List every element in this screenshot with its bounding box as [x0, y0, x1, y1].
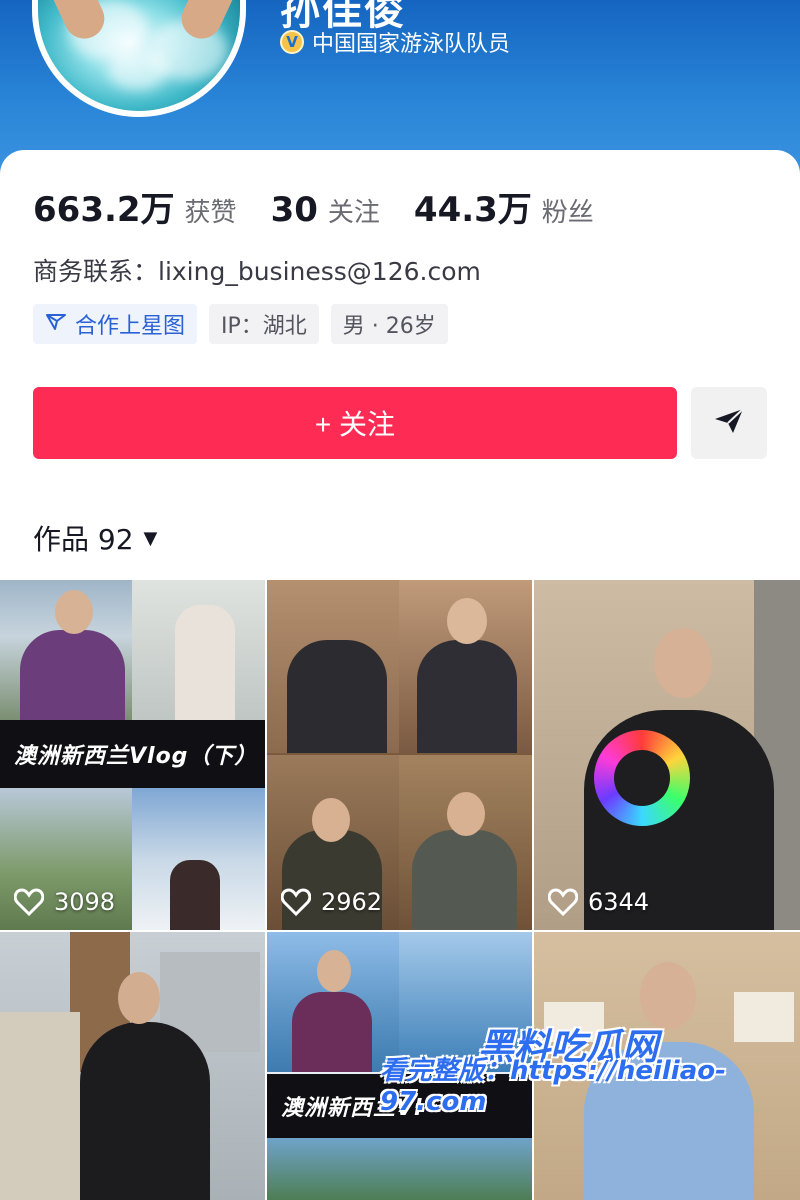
tag-ip: IP：湖北: [209, 304, 319, 344]
tag-star-map[interactable]: 合作上星图: [33, 304, 198, 344]
profile-header: 孙佳俊 V 中国国家游泳队队员: [0, 0, 800, 175]
like-count-value: 2962: [321, 888, 383, 916]
stat-likes[interactable]: 663.2万 获赞: [33, 182, 237, 231]
stat-following-label: 关注: [327, 198, 380, 228]
business-contact: 商务联系：lixing_business@126.com: [33, 257, 481, 286]
stat-following[interactable]: 30 关注: [271, 190, 380, 230]
stat-followers-value: 44.3万: [413, 190, 532, 230]
verification-text: 中国国家游泳队队员: [312, 32, 511, 57]
profile-tags: 合作上星图 IP：湖北 男 · 26岁: [33, 304, 448, 344]
stat-likes-value: 663.2万: [33, 190, 175, 230]
works-tab[interactable]: 作品 92 ▼: [33, 518, 157, 558]
tag-ip-label: IP：湖北: [221, 314, 307, 339]
like-count: 3098: [14, 888, 115, 916]
verified-badge-icon: V: [280, 30, 304, 54]
works-label: 作品 92: [33, 523, 134, 556]
like-count-value: 6344: [588, 888, 650, 916]
heart-icon: [281, 888, 311, 916]
dropdown-icon: ▼: [143, 527, 158, 549]
tag-gender-age: 男 · 26岁: [330, 304, 448, 344]
star-map-icon: [45, 312, 67, 336]
video-tile[interactable]: 6344: [534, 580, 800, 930]
tag-star-map-label: 合作上星图: [75, 314, 186, 339]
heart-icon: [14, 888, 44, 916]
video-tile[interactable]: 澳洲新西兰Vlog（下） 3098: [0, 580, 265, 930]
heart-icon: [548, 888, 578, 916]
stat-followers-label: 粉丝: [541, 198, 594, 228]
verification-line: V 中国国家游泳队队员: [280, 26, 510, 58]
share-button[interactable]: [691, 387, 767, 459]
video-tile[interactable]: 2962: [267, 580, 532, 930]
like-count: 2962: [281, 888, 382, 916]
video-caption: 澳洲新西兰Vlog（下）: [14, 744, 258, 769]
like-count: 6344: [548, 888, 649, 916]
avatar[interactable]: [32, 0, 246, 117]
follow-button[interactable]: + 关注: [33, 387, 677, 459]
stat-followers[interactable]: 44.3万 粉丝: [414, 182, 594, 231]
video-tile[interactable]: [0, 932, 265, 1200]
profile-stats: 663.2万 获赞 30 关注 44.3万 粉丝: [33, 182, 628, 231]
watermark-url: 看完整版：https://heiliao-97.com: [380, 1056, 726, 1117]
tag-gender-age-label: 男 · 26岁: [342, 314, 436, 339]
like-count-value: 3098: [54, 888, 116, 916]
stat-following-value: 30: [270, 190, 318, 230]
stat-likes-label: 获赞: [184, 198, 237, 228]
send-icon: [713, 407, 745, 439]
avatar-image: [38, 0, 240, 111]
